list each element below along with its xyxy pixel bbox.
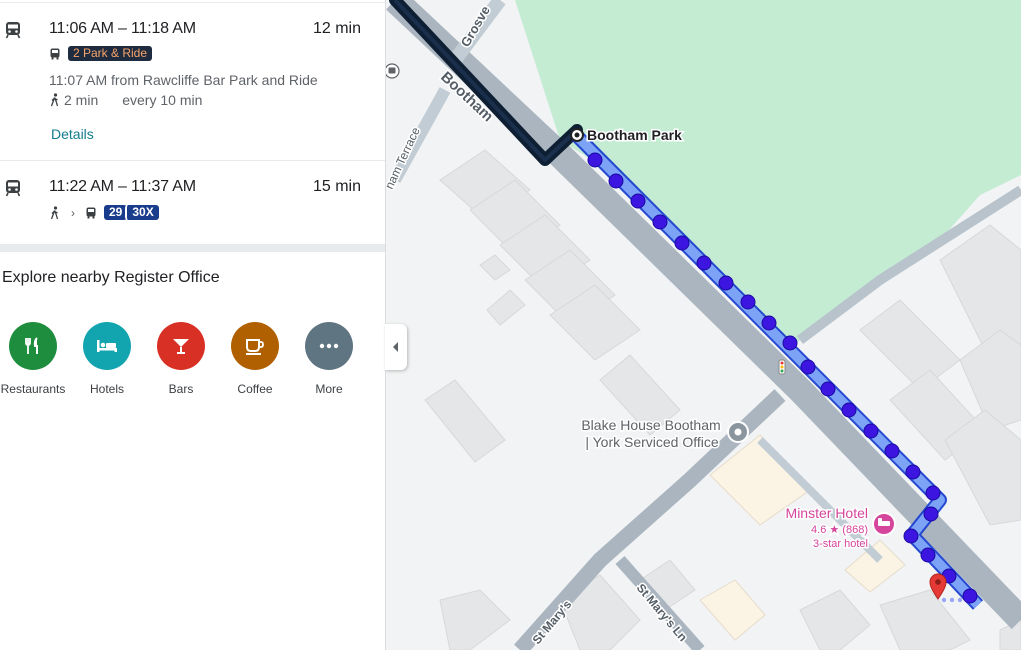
walk-duration: 2 min bbox=[64, 92, 99, 108]
line-badge: 30X bbox=[125, 205, 159, 220]
route-duration: 12 min bbox=[312, 20, 361, 37]
route-time-range: 11:06 AM – 11:18 AM bbox=[49, 20, 196, 37]
frequency-text: every 10 min bbox=[122, 92, 203, 108]
category-label: More bbox=[315, 382, 343, 396]
divider bbox=[0, 2, 385, 3]
train-icon bbox=[5, 180, 21, 197]
blake-house-label-line2[interactable]: | York Serviced Office bbox=[584, 433, 721, 452]
minster-hotel-rating: 4.6 ★ (868) bbox=[811, 524, 868, 536]
minster-hotel-class: 3-star hotel bbox=[813, 538, 868, 550]
explore-title: Explore nearby Register Office bbox=[2, 269, 220, 286]
blake-house-label[interactable]: Blake House Bootham bbox=[580, 416, 722, 435]
category-label: Hotels bbox=[89, 382, 124, 396]
category-label: Restaurants bbox=[0, 382, 66, 396]
collapse-panel-button[interactable] bbox=[385, 324, 407, 370]
route-time-range: 11:22 AM – 11:37 AM bbox=[49, 178, 196, 195]
bootham-park-label[interactable]: Bootham Park bbox=[586, 126, 684, 145]
walk-icon bbox=[50, 93, 59, 107]
bus-icon bbox=[86, 207, 96, 218]
walk-icon bbox=[50, 205, 59, 219]
walk-frequency-row: 2 min every 10 min bbox=[49, 92, 202, 108]
chevron-right-icon: › bbox=[71, 205, 75, 220]
category-label: Bars bbox=[168, 382, 194, 396]
minster-hotel-label[interactable]: Minster Hotel bbox=[784, 504, 869, 523]
route-legs: › 29 30X bbox=[49, 205, 159, 220]
directions-panel: 11:06 AM – 11:18 AM 12 min 2 Park & Ride… bbox=[0, 0, 386, 650]
chevron-left-icon bbox=[393, 342, 398, 352]
hotel-icon[interactable] bbox=[83, 322, 131, 370]
bar-icon[interactable] bbox=[157, 322, 205, 370]
route-option-2[interactable]: 11:22 AM – 11:37 AM 15 min › 29 30X bbox=[0, 160, 385, 244]
route-legs: 2 Park & Ride bbox=[49, 46, 153, 61]
line-badge: 29 bbox=[104, 205, 128, 220]
section-divider bbox=[0, 244, 385, 252]
category-hotels[interactable]: Hotels bbox=[70, 322, 144, 396]
train-icon bbox=[5, 22, 21, 39]
route-duration: 15 min bbox=[312, 178, 361, 195]
departure-info: 11:07 AM from Rawcliffe Bar Park and Rid… bbox=[49, 72, 318, 88]
category-coffee[interactable]: Coffee bbox=[218, 322, 292, 396]
departure-text: 11:07 AM from Rawcliffe Bar Park and Rid… bbox=[49, 72, 318, 88]
category-label: Coffee bbox=[237, 382, 273, 396]
more-icon[interactable] bbox=[305, 322, 353, 370]
category-more[interactable]: More bbox=[292, 322, 366, 396]
restaurant-icon[interactable] bbox=[9, 322, 57, 370]
line-badge: 2 Park & Ride bbox=[68, 46, 153, 61]
walking-dots-end bbox=[941, 597, 963, 603]
bus-icon bbox=[50, 48, 60, 59]
hotel-pin-icon[interactable] bbox=[872, 512, 896, 536]
route-option-1[interactable]: 11:06 AM – 11:18 AM 12 min 2 Park & Ride… bbox=[0, 0, 385, 160]
category-restaurants[interactable]: Restaurants bbox=[0, 322, 70, 396]
details-link[interactable]: Details bbox=[51, 126, 94, 142]
coffee-icon[interactable] bbox=[231, 322, 279, 370]
category-bars[interactable]: Bars bbox=[144, 322, 218, 396]
traffic-light-icon bbox=[778, 359, 786, 375]
